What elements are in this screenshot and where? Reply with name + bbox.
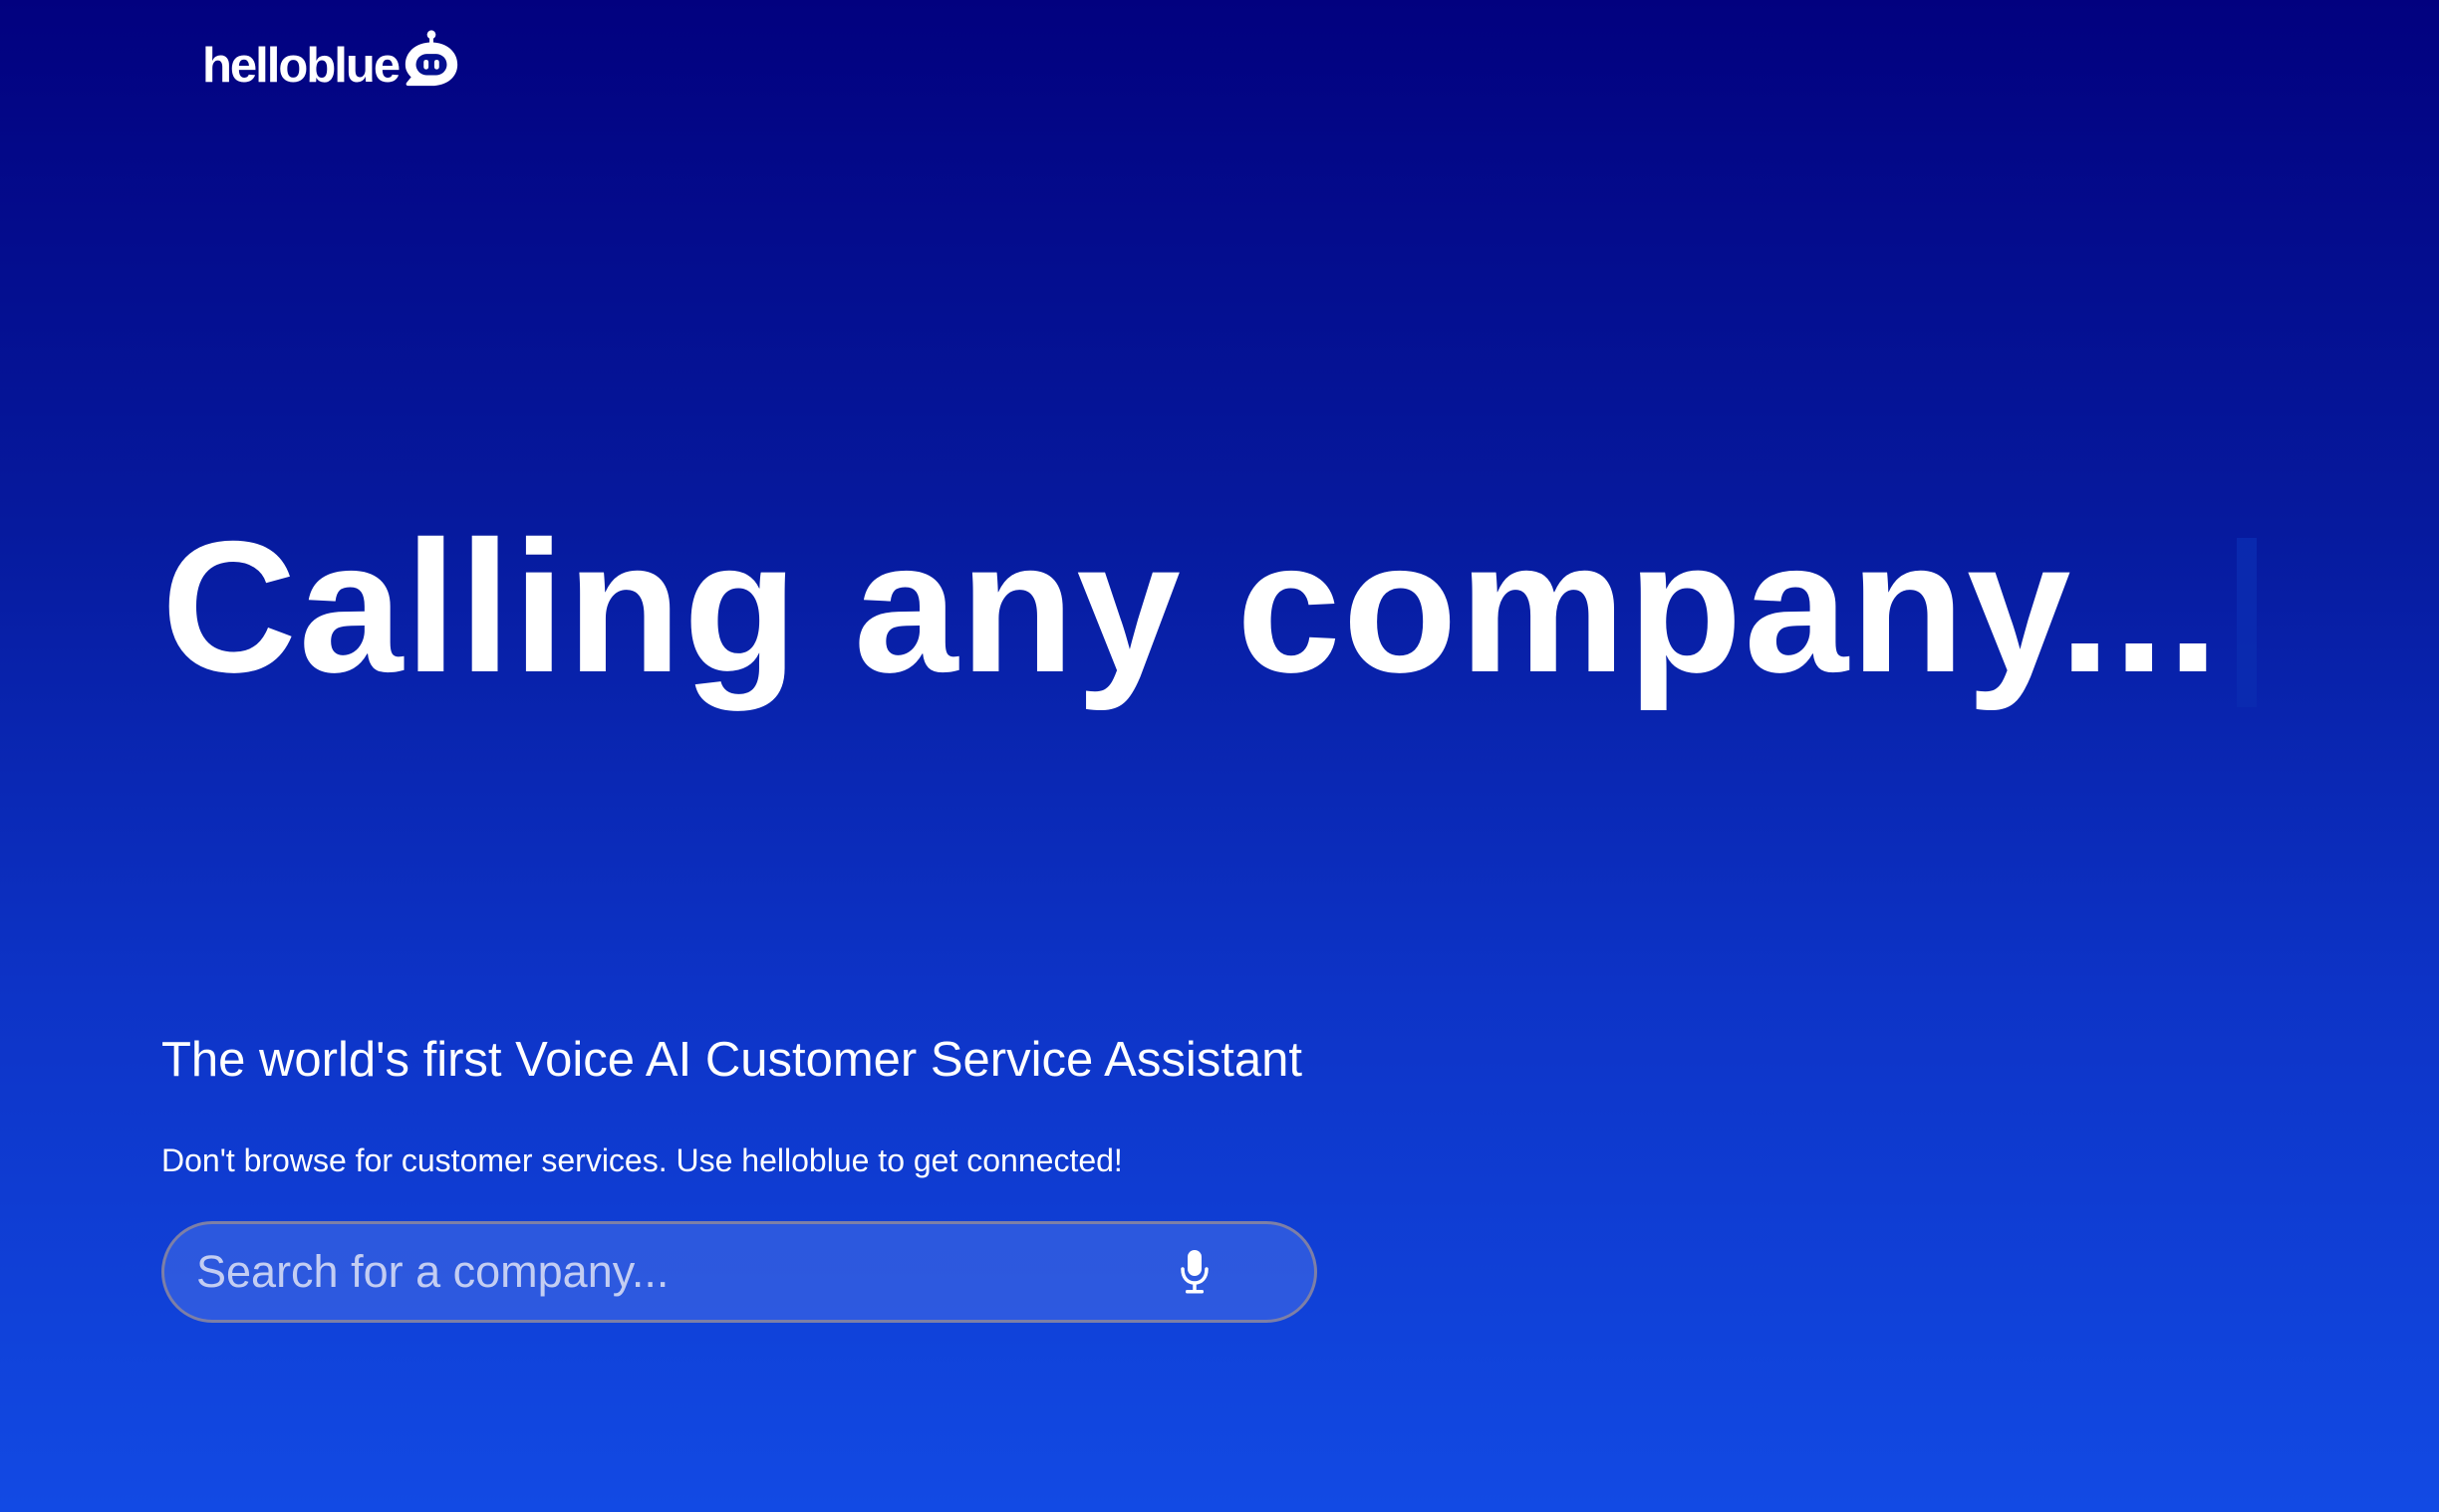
hero-subtagline: Don't browse for customer services. Use … bbox=[161, 1142, 1123, 1178]
hero-headline: Calling any company... bbox=[161, 502, 2222, 711]
brand-name: helloblue bbox=[202, 39, 401, 93]
robot-chat-icon bbox=[405, 29, 458, 86]
hero-tagline: The world's first Voice AI Customer Serv… bbox=[161, 1033, 1302, 1087]
typing-cursor bbox=[2237, 538, 2258, 707]
brand-logo[interactable]: helloblue bbox=[202, 29, 462, 93]
microphone-button[interactable] bbox=[1165, 1242, 1224, 1302]
hero-headline-wrap: Calling any company... bbox=[161, 502, 2258, 711]
search-bar bbox=[161, 1221, 1317, 1323]
search-input[interactable] bbox=[164, 1223, 1165, 1321]
microphone-icon bbox=[1181, 1250, 1209, 1294]
